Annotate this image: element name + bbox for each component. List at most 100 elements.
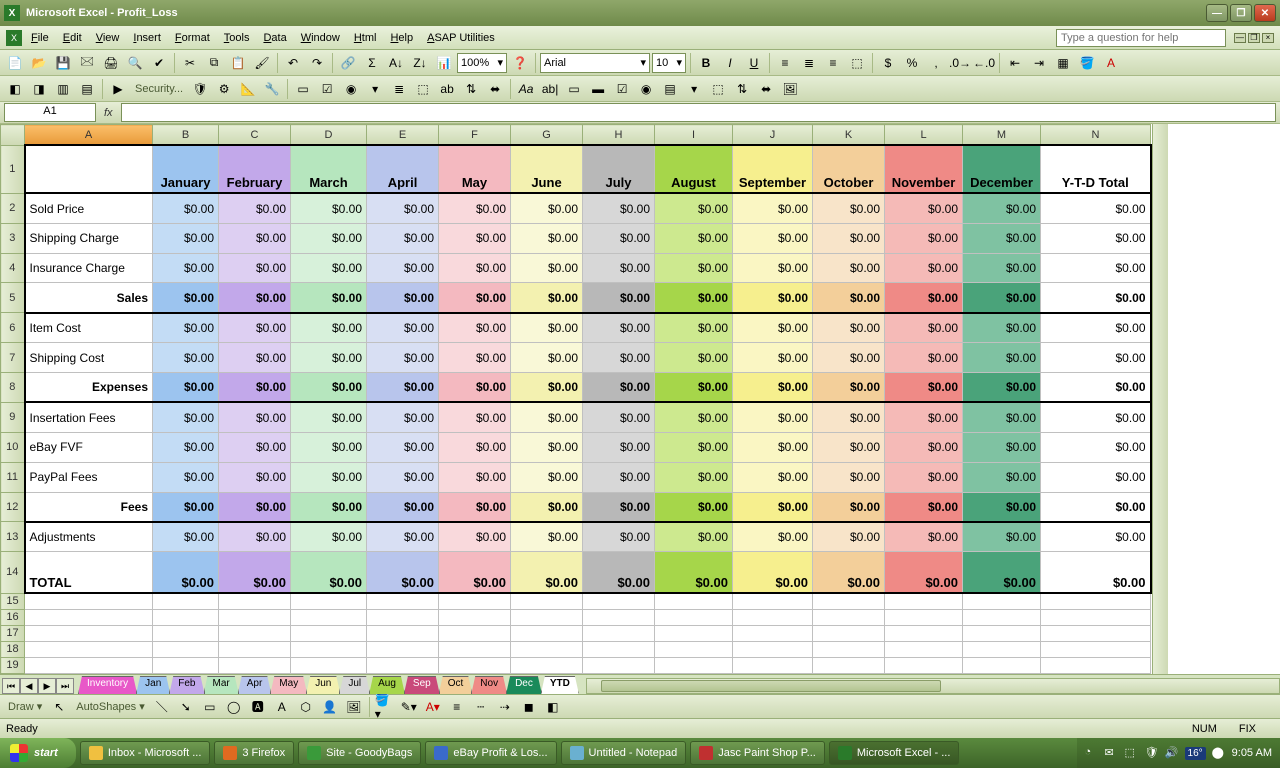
paste-icon[interactable]: 📋 — [227, 52, 249, 74]
row-label[interactable]: Adjustments — [25, 522, 153, 552]
data-cell[interactable]: $0.00 — [583, 432, 655, 462]
form-icon[interactable]: ≣ — [388, 78, 410, 100]
copy-icon[interactable]: ⧉ — [203, 52, 225, 74]
data-cell[interactable]: $0.00 — [733, 462, 813, 492]
data-cell[interactable]: $0.00 — [219, 492, 291, 522]
form-icon[interactable]: ☑ — [316, 78, 338, 100]
data-cell[interactable]: $0.00 — [511, 313, 583, 343]
form-icon[interactable]: ⇅ — [460, 78, 482, 100]
menu-format[interactable]: Format — [168, 30, 217, 46]
empty-cell[interactable] — [813, 657, 885, 673]
row-header-10[interactable]: 10 — [1, 432, 25, 462]
sheet-tab-jul[interactable]: Jul — [339, 676, 370, 694]
data-cell[interactable]: $0.00 — [655, 193, 733, 223]
empty-cell[interactable] — [367, 609, 439, 625]
tab-nav-prev-icon[interactable]: ◀ — [20, 678, 38, 694]
data-cell[interactable]: $0.00 — [367, 373, 439, 403]
data-cell[interactable]: $0.00 — [583, 283, 655, 313]
save-icon[interactable]: 💾 — [52, 52, 74, 74]
data-cell[interactable]: $0.00 — [511, 462, 583, 492]
cell-month-header[interactable]: May — [439, 145, 511, 193]
undo-icon[interactable]: ↶ — [282, 52, 304, 74]
menu-view[interactable]: View — [89, 30, 127, 46]
tab-nav-last-icon[interactable]: ⏭ — [56, 678, 74, 694]
column-header-F[interactable]: F — [439, 125, 511, 146]
taskbar-task[interactable]: Microsoft Excel - ... — [829, 741, 960, 765]
data-cell[interactable]: $0.00 — [583, 522, 655, 552]
data-cell[interactable]: $0.00 — [655, 492, 733, 522]
data-cell[interactable]: $0.00 — [153, 373, 219, 403]
row-label[interactable]: Sold Price — [25, 193, 153, 223]
data-cell[interactable]: $0.00 — [655, 343, 733, 373]
sheet-tab-mar[interactable]: Mar — [204, 676, 239, 694]
column-header-G[interactable]: G — [511, 125, 583, 146]
empty-cell[interactable] — [153, 625, 219, 641]
form-icon[interactable]: ◉ — [340, 78, 362, 100]
sheet-tab-aug[interactable]: Aug — [369, 676, 405, 694]
data-cell[interactable]: $0.00 — [963, 462, 1041, 492]
data-cell[interactable]: $0.00 — [219, 373, 291, 403]
data-cell[interactable]: $0.00 — [813, 223, 885, 253]
data-cell[interactable]: $0.00 — [511, 283, 583, 313]
row-header-3[interactable]: 3 — [1, 223, 25, 253]
empty-cell[interactable] — [511, 625, 583, 641]
data-cell[interactable]: $0.00 — [963, 343, 1041, 373]
help-icon[interactable]: ❓ — [509, 52, 531, 74]
data-cell[interactable]: $0.00 — [885, 492, 963, 522]
empty-cell[interactable] — [583, 593, 655, 609]
data-cell[interactable]: $0.00 — [511, 373, 583, 403]
empty-cell[interactable] — [733, 657, 813, 673]
total-cell[interactable]: $0.00 — [291, 552, 367, 593]
data-cell[interactable]: $0.00 — [153, 223, 219, 253]
menu-html[interactable]: Html — [347, 30, 384, 46]
button-control-icon[interactable]: ▬ — [587, 78, 609, 100]
data-cell[interactable]: $0.00 — [963, 253, 1041, 283]
data-cell[interactable]: $0.00 — [655, 373, 733, 403]
checkbox-control-icon[interactable]: ☑ — [611, 78, 633, 100]
data-cell[interactable]: $0.00 — [291, 223, 367, 253]
list-control-icon[interactable]: ▤ — [659, 78, 681, 100]
ytd-cell[interactable]: $0.00 — [1041, 402, 1151, 432]
data-cell[interactable]: $0.00 — [219, 462, 291, 492]
data-cell[interactable]: $0.00 — [813, 522, 885, 552]
empty-cell[interactable] — [219, 641, 291, 657]
align-left-icon[interactable]: ≡ — [774, 52, 796, 74]
data-cell[interactable]: $0.00 — [367, 462, 439, 492]
row-header-14[interactable]: 14 — [1, 552, 25, 593]
data-cell[interactable]: $0.00 — [367, 432, 439, 462]
cell-A1[interactable] — [25, 145, 153, 193]
row-label[interactable]: PayPal Fees — [25, 462, 153, 492]
wordart-icon[interactable]: A — [271, 696, 293, 718]
workbook-restore-button[interactable]: ❐ — [1248, 33, 1260, 43]
data-cell[interactable]: $0.00 — [367, 253, 439, 283]
column-header-N[interactable]: N — [1041, 125, 1151, 146]
row-header-6[interactable]: 6 — [1, 313, 25, 343]
empty-cell[interactable] — [219, 625, 291, 641]
column-header-M[interactable]: M — [963, 125, 1041, 146]
cell-month-header[interactable]: October — [813, 145, 885, 193]
menu-file[interactable]: File — [24, 30, 56, 46]
data-cell[interactable]: $0.00 — [885, 193, 963, 223]
data-cell[interactable]: $0.00 — [291, 402, 367, 432]
cell-month-header[interactable]: January — [153, 145, 219, 193]
empty-cell[interactable] — [733, 609, 813, 625]
empty-cell[interactable] — [25, 641, 153, 657]
data-cell[interactable]: $0.00 — [583, 193, 655, 223]
data-cell[interactable]: $0.00 — [655, 283, 733, 313]
data-cell[interactable]: $0.00 — [291, 193, 367, 223]
data-cell[interactable]: $0.00 — [733, 283, 813, 313]
total-ytd-cell[interactable]: $0.00 — [1041, 552, 1151, 593]
spreadsheet-grid[interactable]: ABCDEFGHIJKLMN1JanuaryFebruaryMarchApril… — [0, 124, 1152, 674]
sheet-tab-oct[interactable]: Oct — [439, 676, 473, 694]
empty-cell[interactable] — [291, 593, 367, 609]
column-header-E[interactable]: E — [367, 125, 439, 146]
data-cell[interactable]: $0.00 — [813, 373, 885, 403]
cell-month-header[interactable]: March — [291, 145, 367, 193]
data-cell[interactable]: $0.00 — [367, 313, 439, 343]
empty-cell[interactable] — [655, 657, 733, 673]
maximize-button[interactable]: ❐ — [1230, 4, 1252, 22]
textbox-control-icon[interactable]: ab| — [539, 78, 561, 100]
tray-icon[interactable]: ⬚ — [1125, 746, 1139, 760]
cell-month-header[interactable]: August — [655, 145, 733, 193]
total-cell[interactable]: $0.00 — [655, 552, 733, 593]
